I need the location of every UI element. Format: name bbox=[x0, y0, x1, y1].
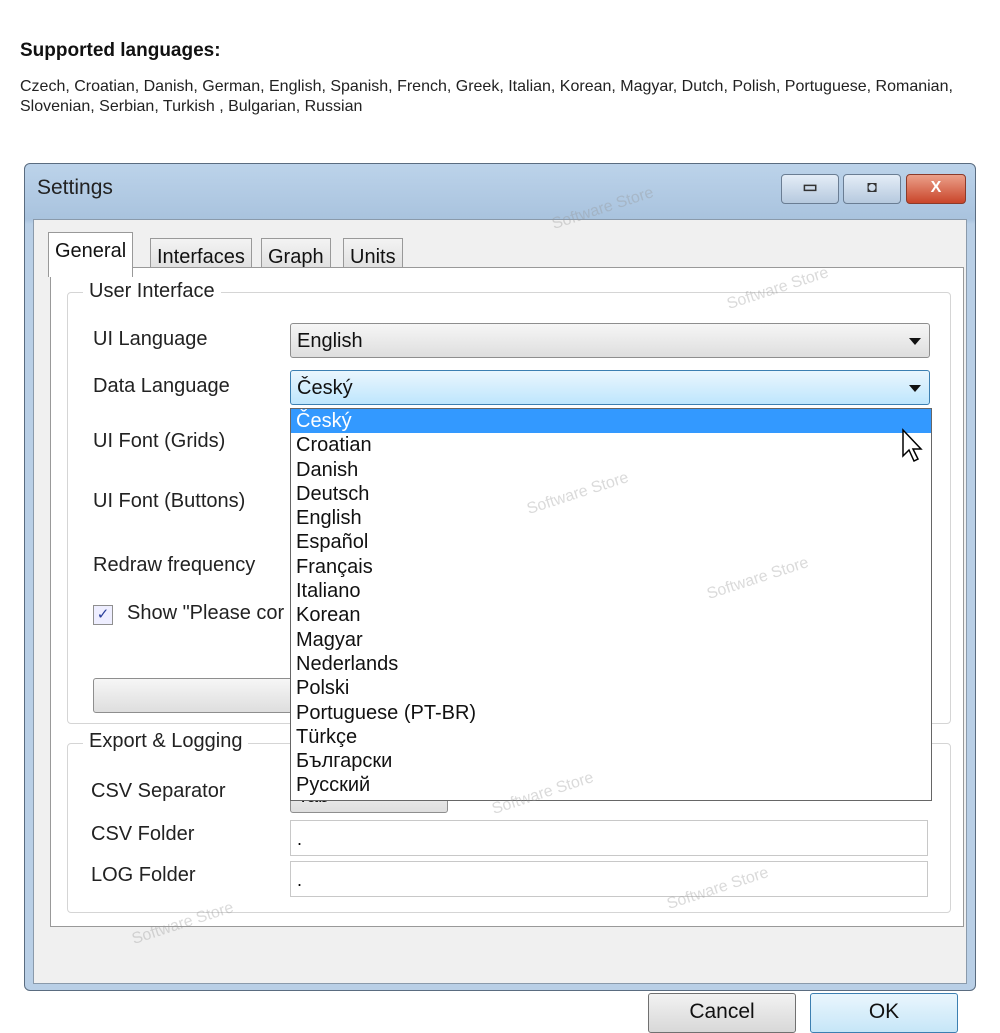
languages-text: Czech, Croatian, Danish, German, English… bbox=[20, 78, 953, 115]
ui-language-select[interactable]: English bbox=[290, 323, 930, 358]
ui-language-value: English bbox=[297, 330, 363, 352]
dropdown-option[interactable]: Polski bbox=[291, 676, 931, 700]
csv-separator-label: CSV Separator bbox=[91, 780, 226, 802]
dialog-title: Settings bbox=[37, 176, 113, 199]
page-heading: Supported languages: bbox=[20, 40, 221, 61]
log-folder-label: LOG Folder bbox=[91, 864, 196, 886]
dropdown-option[interactable]: Deutsch bbox=[291, 482, 931, 506]
show-please-checkbox[interactable]: ✓ bbox=[93, 605, 113, 625]
mouse-cursor-icon bbox=[902, 428, 923, 463]
cancel-button[interactable]: Cancel bbox=[648, 993, 796, 1033]
data-language-dropdown[interactable]: Český Croatian Danish Deutsch English Español… bbox=[290, 408, 932, 801]
redraw-frequency-label: Redraw frequency bbox=[93, 554, 256, 576]
dropdown-option[interactable]: Korean bbox=[291, 603, 931, 627]
dropdown-option[interactable]: Türkçe bbox=[291, 725, 931, 749]
dropdown-option[interactable]: Danish bbox=[291, 458, 931, 482]
user-interface-label: User Interface bbox=[83, 280, 221, 303]
export-logging-label: Export & Logging bbox=[83, 730, 249, 753]
dropdown-option[interactable]: Český bbox=[291, 409, 931, 434]
chevron-down-icon bbox=[909, 338, 921, 345]
minimize-icon: ▭ bbox=[802, 179, 818, 196]
dropdown-option[interactable]: Nederlands bbox=[291, 652, 931, 676]
show-please-label: Show "Please cor bbox=[127, 602, 285, 624]
maximize-icon: ◘ bbox=[867, 179, 877, 196]
minimize-button[interactable]: ▭ bbox=[781, 174, 839, 204]
dropdown-option[interactable]: Croatian bbox=[291, 433, 931, 457]
csv-folder-label: CSV Folder bbox=[91, 823, 195, 845]
dialog-client: General Interfaces Graph Units User Inte… bbox=[33, 219, 967, 1033]
ok-button[interactable]: OK bbox=[810, 993, 958, 1033]
chevron-down-icon bbox=[909, 385, 921, 392]
close-button[interactable]: X bbox=[906, 174, 966, 204]
dropdown-option[interactable]: Français bbox=[291, 555, 931, 579]
dropdown-option[interactable]: Български bbox=[291, 749, 931, 773]
maximize-button[interactable]: ◘ bbox=[843, 174, 901, 204]
ui-font-grids-label: UI Font (Grids) bbox=[93, 430, 226, 452]
ui-font-buttons-label: UI Font (Buttons) bbox=[93, 490, 246, 512]
dropdown-option[interactable]: Русский bbox=[291, 773, 931, 797]
dropdown-option[interactable]: Portuguese (PT-BR) bbox=[291, 701, 931, 725]
data-language-label: Data Language bbox=[93, 375, 230, 397]
general-panel: User Interface UI Language English Data … bbox=[50, 267, 964, 927]
csv-folder-input[interactable]: . bbox=[290, 820, 928, 856]
tab-general[interactable]: General bbox=[48, 232, 134, 277]
dropdown-option[interactable]: English bbox=[291, 506, 931, 530]
ui-language-label: UI Language bbox=[93, 328, 208, 350]
settings-dialog: Settings ▭ ◘ X General Interfaces Graph … bbox=[24, 163, 976, 1033]
log-folder-input[interactable]: . bbox=[290, 861, 928, 897]
data-language-value: Český bbox=[297, 377, 353, 399]
close-icon: X bbox=[930, 179, 942, 196]
dropdown-option[interactable]: Magyar bbox=[291, 628, 931, 652]
dropdown-option[interactable]: Italiano bbox=[291, 579, 931, 603]
dropdown-option[interactable]: Español bbox=[291, 530, 931, 554]
data-language-select[interactable]: Český bbox=[290, 370, 930, 405]
